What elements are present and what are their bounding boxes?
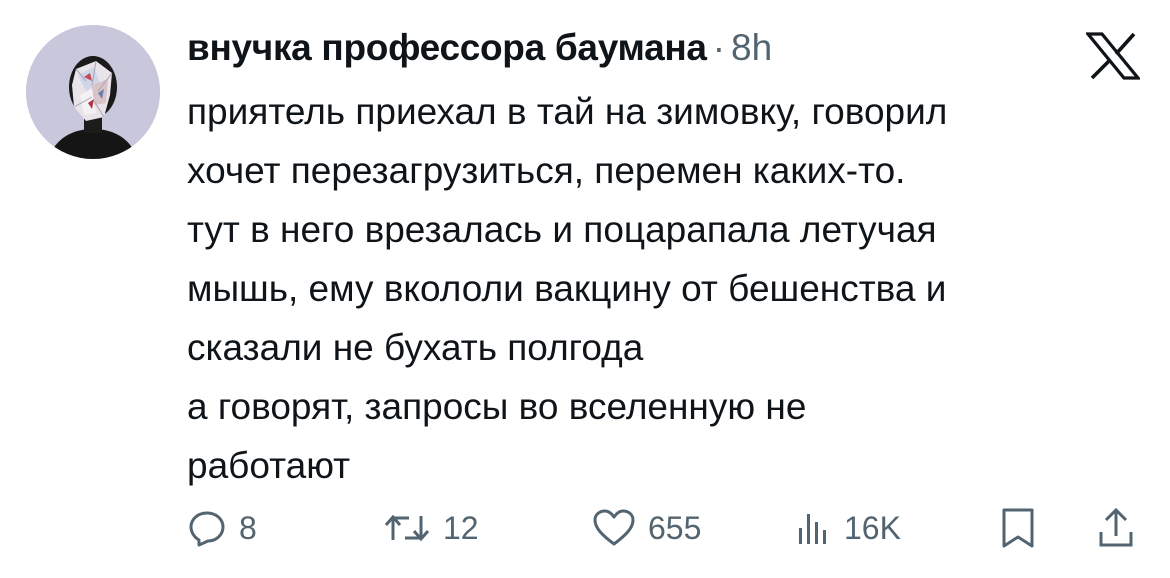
bar-chart-icon	[792, 508, 832, 548]
author-avatar[interactable]	[26, 25, 160, 159]
tweet-text-line: тут в него врезалась и поцарапала летуча…	[187, 209, 937, 250]
x-logo-icon	[1084, 32, 1142, 80]
retweet-button[interactable]: 12	[383, 498, 479, 558]
reply-button[interactable]: 8	[187, 498, 257, 558]
like-button[interactable]: 655	[592, 498, 701, 558]
views-count: 16K	[844, 509, 901, 546]
tweet-text-line: хочет перезагрузиться, перемен каких-то.	[187, 150, 906, 191]
avatar-image	[26, 25, 160, 159]
tweet-text-line: сказали не бухать полгода	[187, 327, 644, 368]
tweet-header: внучка профессора баумана · 8h	[187, 22, 772, 74]
retweet-count: 12	[443, 509, 479, 546]
tweet-timestamp[interactable]: 8h	[731, 22, 772, 74]
tweet-card: внучка профессора баумана · 8h приятель …	[0, 0, 1170, 578]
share-button[interactable]	[1096, 498, 1136, 558]
tweet-text-line: работают	[187, 445, 351, 486]
like-count: 655	[648, 509, 702, 546]
tweet-text-line: а говорят, запросы во вселенную не	[187, 386, 807, 427]
reply-count: 8	[239, 509, 257, 546]
reply-icon	[187, 508, 227, 548]
tweet-actions-bar: 8 12 655 16K	[0, 498, 1170, 558]
header-separator: ·	[712, 27, 726, 68]
tweet-text-line: приятель приехал в тай на зимовку, говор…	[187, 91, 948, 132]
tweet-text: приятель приехал в тай на зимовку, говор…	[187, 82, 1147, 495]
bookmark-button[interactable]	[998, 498, 1038, 558]
share-icon	[1096, 506, 1136, 550]
author-display-name[interactable]: внучка профессора баумана	[187, 22, 707, 74]
bookmark-icon	[998, 506, 1038, 550]
retweet-icon	[383, 508, 431, 548]
tweet-text-line: мышь, ему вкололи вакцину от бешенства и	[187, 268, 947, 309]
heart-icon	[592, 508, 636, 548]
views-button[interactable]: 16K	[792, 498, 901, 558]
